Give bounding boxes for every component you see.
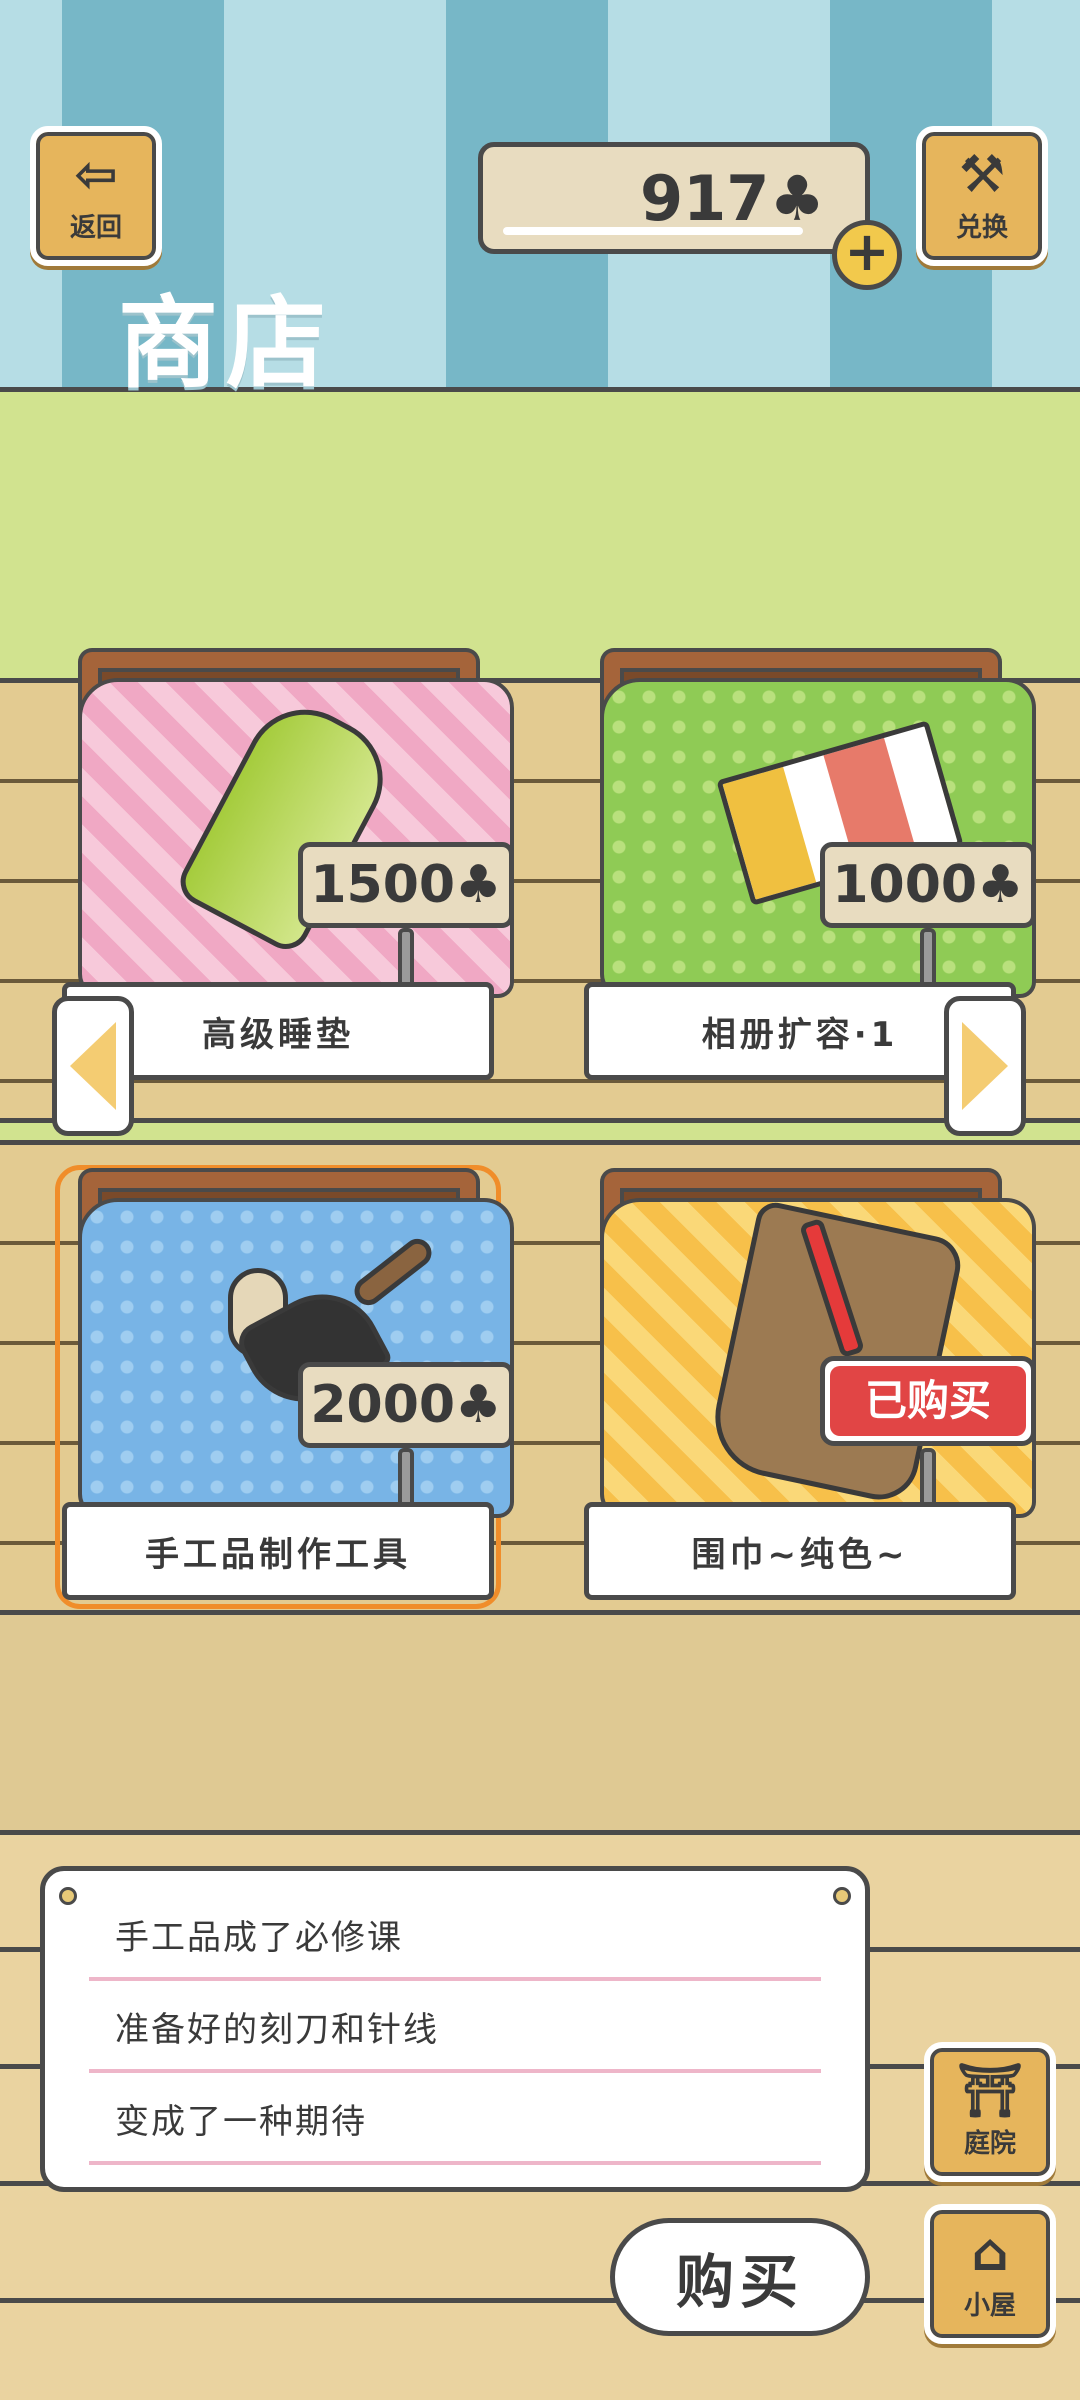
house-button[interactable]: ⌂ 小屋 — [924, 2204, 1056, 2344]
rope-frame — [600, 652, 1036, 998]
add-currency-button[interactable]: + — [832, 220, 902, 290]
purchased-badge: 已购买 — [820, 1356, 1036, 1446]
rope-frame — [78, 652, 514, 998]
house-label: 小屋 — [963, 2290, 1016, 2321]
arrow-left-icon: ⇦ — [74, 144, 118, 205]
pin-icon — [59, 1887, 77, 1905]
item-name: 围巾~纯色~ — [584, 1502, 1016, 1600]
chevron-right-icon — [962, 1022, 1008, 1110]
yard-label: 庭院 — [963, 2128, 1016, 2159]
buy-button[interactable]: 购买 — [610, 2218, 870, 2336]
clip-peg — [398, 928, 414, 988]
item-name: 手工品制作工具 — [62, 1502, 494, 1600]
description-line: 变成了一种期待 — [89, 2073, 821, 2165]
chevron-left-icon — [70, 1022, 116, 1110]
rope-frame — [600, 1172, 1036, 1518]
currency-balance: 917♣ — [478, 142, 870, 254]
price-tag: 1000♣ — [820, 842, 1036, 928]
back-button[interactable]: ⇦ 返回 — [30, 126, 162, 266]
shop-item-craft-tools[interactable]: 2000♣ 手工品制作工具 — [55, 1165, 514, 1609]
shop-item-scarf[interactable]: 已购买 围巾~纯色~ — [584, 1172, 1036, 1602]
clip-peg — [920, 1448, 936, 1508]
description-line: 手工品成了必修课 — [89, 1889, 821, 1981]
clip-peg — [920, 928, 936, 988]
house-icon: ⌂ — [971, 2222, 1009, 2283]
hammer-icon: ⚒ — [958, 144, 1006, 205]
grass-background — [0, 392, 1080, 678]
pin-icon — [833, 1887, 851, 1905]
yard-button[interactable]: ⛩ 庭院 — [924, 2042, 1056, 2182]
page-title: 商店 — [118, 285, 334, 402]
buy-label: 购买 — [675, 2248, 804, 2316]
floor-area — [0, 1610, 1080, 1830]
clip-peg — [398, 1448, 414, 1508]
description-line: 准备好的刻刀和针线 — [89, 1981, 821, 2073]
yard-icon: ⛩ — [956, 2060, 1023, 2121]
item-description-board: 手工品成了必修课 准备好的刻刀和针线 变成了一种期待 — [40, 1866, 870, 2192]
price-tag: 1500♣ — [298, 842, 514, 928]
rope-frame — [78, 1172, 514, 1518]
next-page-button[interactable] — [944, 996, 1026, 1136]
prev-page-button[interactable] — [52, 996, 134, 1136]
back-label: 返回 — [69, 212, 122, 243]
price-tag: 2000♣ — [298, 1362, 514, 1448]
exchange-label: 兑换 — [955, 212, 1008, 243]
exchange-button[interactable]: ⚒ 兑换 — [916, 126, 1048, 266]
balance-highlight — [503, 227, 803, 235]
balance-value: 917♣ — [639, 161, 825, 235]
purchased-label: 已购买 — [830, 1366, 1026, 1436]
plus-icon: + — [844, 220, 890, 283]
